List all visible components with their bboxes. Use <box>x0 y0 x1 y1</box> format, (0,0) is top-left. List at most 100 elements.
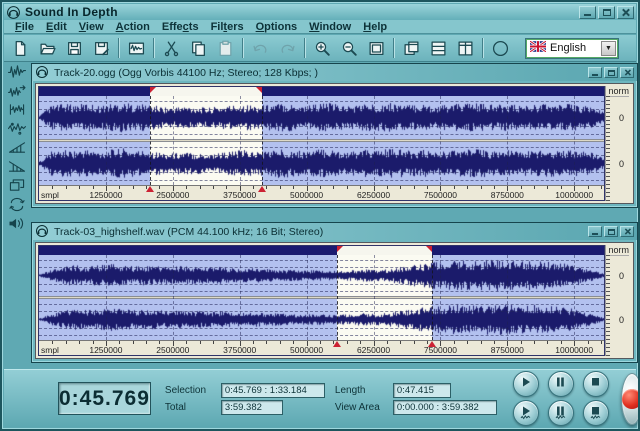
waveform-area[interactable]: smpl125000025000003750000500000062500007… <box>38 245 605 356</box>
wave-band-tool-button[interactable] <box>5 102 29 119</box>
ruler-label: 6250000 <box>357 345 390 355</box>
wave-tool-button[interactable] <box>5 64 29 81</box>
menu-item-edit[interactable]: Edit <box>41 21 72 33</box>
maximize-button[interactable] <box>598 6 615 19</box>
pause-icon <box>552 403 569 423</box>
stop-selection-button[interactable] <box>583 400 609 426</box>
ruler-tick <box>320 341 321 344</box>
menu-item-help[interactable]: Help <box>358 21 392 33</box>
wave-marker-tool-button[interactable] <box>5 121 29 138</box>
copy-window-tool-button[interactable] <box>5 178 29 195</box>
track-maximize-button[interactable] <box>604 226 618 237</box>
title-bar[interactable]: Sound In Depth <box>4 4 636 20</box>
menu-item-effects[interactable]: Effects <box>157 21 204 33</box>
pause-button[interactable] <box>548 371 574 397</box>
selection-boundary[interactable] <box>337 255 338 340</box>
menu-item-window[interactable]: Window <box>304 21 356 33</box>
track-maximize-button[interactable] <box>604 67 618 78</box>
app-logo-headphones-icon <box>6 5 21 20</box>
close-button[interactable] <box>617 6 634 19</box>
channel-left[interactable] <box>39 96 604 139</box>
menu-item-file[interactable]: File <box>10 21 39 33</box>
toolbar-separator <box>153 38 155 58</box>
new-button[interactable] <box>8 37 33 59</box>
save-as-button[interactable] <box>89 37 114 59</box>
amplitude-guide-line <box>39 172 604 173</box>
paste-icon <box>217 40 234 57</box>
overview-selection <box>337 246 432 255</box>
ruler-tick <box>159 186 160 189</box>
sample-ruler[interactable]: smpl125000025000003750000500000062500007… <box>39 340 604 355</box>
track-minimize-button[interactable] <box>588 67 602 78</box>
status-panel: Selection 0:45.769 : 1:33.184 Length 0:4… <box>165 382 505 416</box>
cascade-windows-button[interactable] <box>399 37 424 59</box>
cut-button[interactable] <box>159 37 184 59</box>
selection-boundary[interactable] <box>432 255 433 340</box>
zoom-in-button[interactable] <box>310 37 335 59</box>
zoom-out-button[interactable] <box>337 37 362 59</box>
language-dropdown-arrow-icon[interactable]: ▼ <box>601 41 616 56</box>
fit-window-button[interactable] <box>364 37 389 59</box>
selection-marker[interactable] <box>258 186 266 192</box>
selection-marker[interactable] <box>146 186 154 192</box>
waveform-canvas <box>39 299 604 340</box>
save-icon <box>66 40 83 57</box>
menu-item-view[interactable]: View <box>74 21 109 33</box>
help-button[interactable]: ? <box>488 37 513 59</box>
zero-label: 0 <box>619 113 624 123</box>
language-value: English <box>550 42 586 54</box>
tile-vertical-button[interactable] <box>453 37 478 59</box>
track-window-controls <box>588 226 634 237</box>
channel-left[interactable] <box>39 255 604 296</box>
open-icon <box>39 40 56 57</box>
open-button[interactable] <box>35 37 60 59</box>
waveform-area[interactable]: smpl125000025000003750000500000062500007… <box>38 86 605 201</box>
ruler-tick <box>186 186 187 189</box>
copy-button[interactable] <box>186 37 211 59</box>
pause-selection-button[interactable] <box>548 400 574 426</box>
tile-horizontal-button[interactable] <box>426 37 451 59</box>
transport-controls <box>513 371 609 426</box>
grid-line <box>507 96 508 185</box>
total-label: Total <box>165 402 217 413</box>
grid-line <box>440 255 441 340</box>
ruler-label: 2500000 <box>156 345 189 355</box>
play-selection-button[interactable] <box>513 400 539 426</box>
selection-corner-marker <box>150 87 156 93</box>
record-button[interactable] <box>621 373 640 425</box>
track-title-bar[interactable]: Track-20.ogg (Ogg Vorbis 44100 Hz; Stere… <box>32 64 637 81</box>
fade-in-tool-button[interactable] <box>5 140 29 157</box>
selection-marker[interactable] <box>428 341 436 347</box>
track-close-button[interactable] <box>620 67 634 78</box>
time-display: 0:45.769 <box>58 382 151 415</box>
channel-right[interactable] <box>39 299 604 340</box>
stop-button[interactable] <box>583 371 609 397</box>
ruler-tick <box>79 341 80 344</box>
menu-item-action[interactable]: Action <box>111 21 155 33</box>
selection-boundary[interactable] <box>262 96 263 185</box>
wave-frame: smpl125000025000003750000500000062500007… <box>35 242 634 359</box>
channels-container[interactable] <box>39 255 604 340</box>
track-window-2: Track-03_highshelf.wav (PCM 44.100 kHz; … <box>31 222 638 363</box>
track-close-button[interactable] <box>620 226 634 237</box>
track-title-bar[interactable]: Track-03_highshelf.wav (PCM 44.100 kHz; … <box>32 223 637 240</box>
sample-ruler[interactable]: smpl125000025000003750000500000062500007… <box>39 185 604 200</box>
track-minimize-button[interactable] <box>588 226 602 237</box>
channels-container[interactable] <box>39 96 604 185</box>
wave-window-button[interactable] <box>124 37 149 59</box>
language-select[interactable]: English ▼ <box>526 39 618 58</box>
speaker-tool-button[interactable] <box>5 216 29 233</box>
wave-arrow-tool-button[interactable] <box>5 83 29 100</box>
minimize-button[interactable] <box>579 6 596 19</box>
menu-item-options[interactable]: Options <box>251 21 303 33</box>
play-button[interactable] <box>513 371 539 397</box>
selection-boundary[interactable] <box>150 96 151 185</box>
channel-right[interactable] <box>39 142 604 185</box>
save-button[interactable] <box>62 37 87 59</box>
headphones-icon <box>35 224 50 239</box>
menu-item-filters[interactable]: Filters <box>206 21 249 33</box>
ruler-tick <box>186 341 187 344</box>
selection-marker[interactable] <box>333 341 341 347</box>
loop-tool-button[interactable] <box>5 197 29 214</box>
fade-out-tool-button[interactable] <box>5 159 29 176</box>
